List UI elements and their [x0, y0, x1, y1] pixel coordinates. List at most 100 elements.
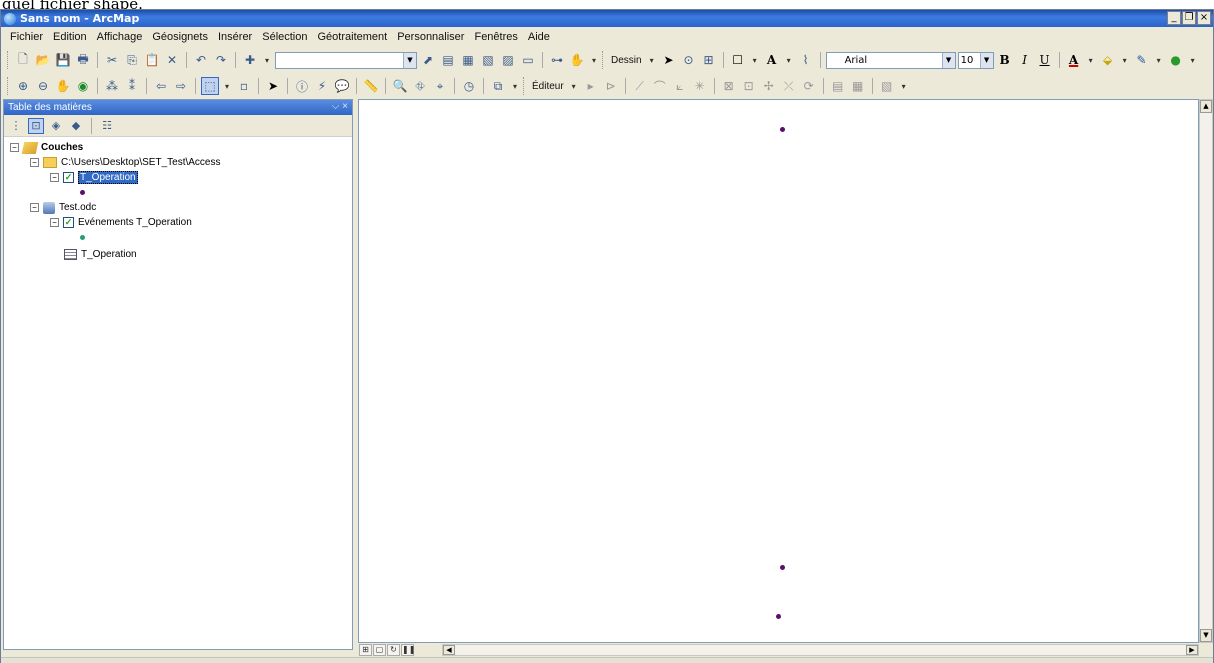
chevron-down-icon[interactable]: ▼: [979, 52, 993, 68]
redo-icon[interactable]: ↷: [212, 51, 230, 69]
map-point-feature[interactable]: [776, 614, 781, 619]
editor-toolbar-icon[interactable]: ⬈: [419, 51, 437, 69]
fill-color-icon[interactable]: ⬙: [1099, 51, 1117, 69]
scroll-left-icon[interactable]: ◀: [443, 645, 455, 655]
list-by-source-icon[interactable]: ⊡: [28, 117, 44, 134]
tree-node-folder[interactable]: − C:\Users\Desktop\SET_Test\Access: [4, 155, 352, 170]
collapse-icon[interactable]: −: [50, 218, 59, 227]
maximize-button[interactable]: ❐: [1182, 11, 1196, 25]
tree-node-couches[interactable]: − Couches: [4, 140, 352, 155]
toolbar-options-icon[interactable]: ▾: [588, 51, 600, 69]
layer-symbol[interactable]: [4, 185, 352, 200]
modelbuilder-icon[interactable]: ⊶: [548, 51, 566, 69]
layer-visibility-checkbox[interactable]: ✓: [63, 172, 74, 183]
chevron-down-icon[interactable]: ▾: [221, 77, 233, 95]
search-window-icon[interactable]: ▧: [479, 51, 497, 69]
print-icon[interactable]: 🖶: [74, 51, 92, 69]
underline-button[interactable]: U: [1036, 51, 1054, 69]
edit-vertices-icon[interactable]: ⊠: [720, 77, 738, 95]
layer-symbol[interactable]: [4, 230, 352, 245]
trace-icon[interactable]: ⟀: [671, 77, 689, 95]
menu-inserer[interactable]: Insérer: [213, 31, 257, 43]
font-name-combo[interactable]: Arial ▼: [825, 51, 956, 69]
list-by-drawing-order-icon[interactable]: ⋮: [8, 118, 24, 134]
chevron-down-icon[interactable]: ▾: [1085, 51, 1097, 69]
cut-polygon-icon[interactable]: ✢: [760, 77, 778, 95]
chevron-down-icon[interactable]: ▾: [783, 51, 795, 69]
chevron-down-icon[interactable]: ▾: [749, 51, 761, 69]
menu-personnaliser[interactable]: Personnaliser: [392, 31, 469, 43]
map-scale-combo[interactable]: ▼: [275, 51, 417, 69]
table-of-contents-icon[interactable]: ▤: [439, 51, 457, 69]
map-vertical-scrollbar[interactable]: ▲ ▼: [1199, 99, 1213, 643]
edit-vertices-icon[interactable]: ⌇: [797, 51, 815, 69]
toolbar-grip[interactable]: [7, 51, 10, 69]
toolbar-options-icon[interactable]: ▾: [509, 77, 521, 95]
chevron-down-icon[interactable]: ▼: [403, 52, 416, 68]
delete-icon[interactable]: ✕: [163, 51, 181, 69]
clear-selection-icon[interactable]: ▫: [235, 77, 253, 95]
text-tool-icon[interactable]: A: [763, 51, 781, 69]
catalog-icon[interactable]: ▦: [459, 51, 477, 69]
edit-annotation-icon[interactable]: ⊳: [602, 77, 620, 95]
data-view-icon[interactable]: ⊞: [359, 644, 372, 656]
rectangle-icon[interactable]: ☐: [729, 51, 747, 69]
marker-color-icon[interactable]: ●: [1167, 51, 1185, 69]
font-size-combo[interactable]: 10 ▼: [957, 51, 994, 69]
undo-icon[interactable]: ↶: [192, 51, 210, 69]
split-icon[interactable]: ⤫: [780, 77, 798, 95]
close-button[interactable]: ×: [1197, 11, 1211, 25]
toolbar-grip[interactable]: [7, 77, 10, 95]
menu-geotraitement[interactable]: Géotraitement: [313, 31, 393, 43]
create-viewer-icon[interactable]: ⧉: [489, 77, 507, 95]
editor-menu[interactable]: Éditeur: [530, 81, 566, 92]
collapse-icon[interactable]: −: [30, 158, 39, 167]
forward-extent-icon[interactable]: ⇨: [172, 77, 190, 95]
sketch-properties-icon[interactable]: ▦: [849, 77, 867, 95]
select-pointer-icon[interactable]: ➤: [264, 77, 282, 95]
menu-affichage[interactable]: Affichage: [92, 31, 148, 43]
toolbar-options-icon[interactable]: ▾: [898, 77, 910, 95]
attributes-icon[interactable]: ▤: [829, 77, 847, 95]
straight-segment-icon[interactable]: ⟋: [631, 77, 649, 95]
layout-view-icon[interactable]: ▢: [373, 644, 386, 656]
font-color-button[interactable]: A: [1065, 51, 1083, 69]
arctoolbox-icon[interactable]: ▨: [499, 51, 517, 69]
map-view[interactable]: [358, 99, 1199, 643]
copy-icon[interactable]: ⎘: [123, 51, 141, 69]
zoom-to-elements-icon[interactable]: ⊞: [700, 51, 718, 69]
toc-pin-close-icon[interactable]: ⌵ ×: [332, 101, 348, 112]
reshape-icon[interactable]: ⊡: [740, 77, 758, 95]
hyperlink-icon[interactable]: ⚡: [313, 77, 331, 95]
tree-node-layer-evenements[interactable]: − ✓ Evénements T_Operation: [4, 215, 352, 230]
time-slider-icon[interactable]: ◷: [460, 77, 478, 95]
collapse-icon[interactable]: −: [50, 173, 59, 182]
pause-drawing-icon[interactable]: ❚❚: [401, 644, 415, 656]
zoom-in-icon[interactable]: ⊕: [14, 77, 32, 95]
collapse-icon[interactable]: −: [30, 203, 39, 212]
help-icon[interactable]: ✋: [568, 51, 586, 69]
menu-edition[interactable]: Edition: [48, 31, 92, 43]
identify-icon[interactable]: ⓘ: [293, 77, 311, 95]
tree-node-table[interactable]: T_Operation: [4, 245, 352, 264]
fixed-zoom-out-icon[interactable]: ⁑: [123, 77, 141, 95]
python-window-icon[interactable]: ▭: [519, 51, 537, 69]
chevron-down-icon[interactable]: ▾: [261, 51, 273, 69]
menu-fenetres[interactable]: Fenêtres: [469, 31, 522, 43]
tree-node-database[interactable]: − Test.odc: [4, 200, 352, 215]
endpoint-arc-icon[interactable]: ⌒: [651, 77, 669, 95]
chevron-down-icon[interactable]: ▾: [568, 77, 580, 95]
list-by-visibility-icon[interactable]: ◈: [48, 118, 64, 134]
point-icon[interactable]: ✳: [691, 77, 709, 95]
measure-icon[interactable]: 📏: [362, 77, 380, 95]
go-to-xy-icon[interactable]: ⌖: [431, 77, 449, 95]
collapse-icon[interactable]: −: [10, 143, 19, 152]
list-by-selection-icon[interactable]: ◆: [68, 118, 84, 134]
edit-tool-icon[interactable]: ▸: [582, 77, 600, 95]
toolbar-grip[interactable]: [602, 51, 605, 69]
html-popup-icon[interactable]: 💬: [333, 77, 351, 95]
open-icon[interactable]: 📂: [34, 51, 52, 69]
italic-button[interactable]: I: [1016, 51, 1034, 69]
rotate-icon[interactable]: ⟳: [800, 77, 818, 95]
cut-icon[interactable]: ✂: [103, 51, 121, 69]
